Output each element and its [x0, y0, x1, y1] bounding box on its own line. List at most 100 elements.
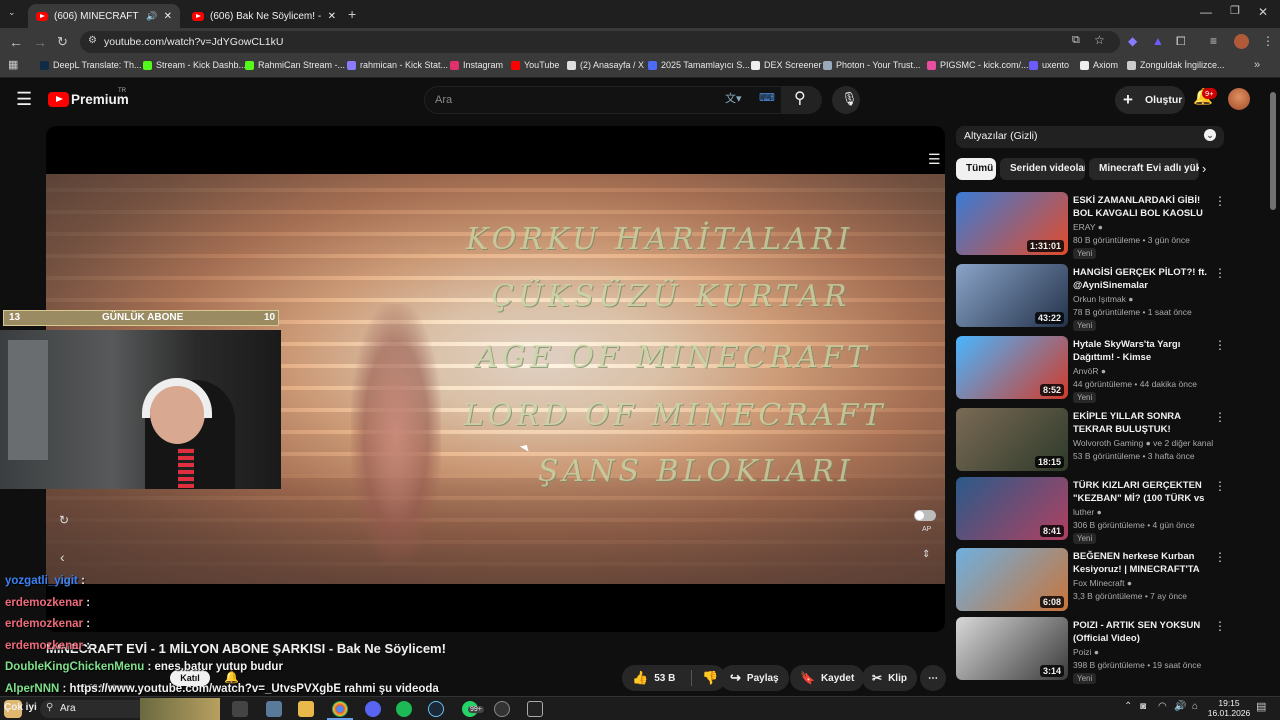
bookmark-photon[interactable]: Photon - Your Trust... — [823, 60, 921, 70]
apps-grid-icon[interactable]: ▦ — [8, 60, 18, 71]
speaker-icon[interactable]: 🔊 — [146, 11, 157, 22]
chapters-list-icon[interactable]: ☰ — [928, 152, 941, 166]
recommended-video[interactable]: 43:22 HANGİSİ GERÇEK PİLOT?! ft. @AyniSin… — [956, 264, 1226, 331]
tray-app-icon[interactable]: ◙ — [1140, 702, 1146, 712]
video-card-title[interactable]: EKİPLE YILLAR SONRA TEKRAR BULUŞTUK! — [1073, 410, 1208, 436]
share-button[interactable]: ↪ Paylaş — [720, 665, 789, 691]
tab-bak-ne-soylicem[interactable]: (606) Bak Ne Söylicem! - YouTu ✕ — [184, 4, 344, 28]
wifi-icon[interactable]: ◠ — [1158, 702, 1167, 712]
chip-all[interactable]: Tümü — [956, 158, 996, 180]
chrome-icon[interactable] — [332, 701, 348, 717]
discord-icon[interactable] — [365, 701, 381, 717]
video-thumbnail[interactable]: 18:15 — [956, 408, 1068, 471]
reload-icon[interactable]: ↻ — [57, 35, 68, 48]
recommended-video[interactable]: 8:52 Hytale SkyWars'ta Yargı Dağıttım! - … — [956, 336, 1226, 403]
recommended-video[interactable]: 8:41 TÜRK KIZLARI GERÇEKTEN "KEZBAN" Mİ? … — [956, 477, 1226, 544]
save-button[interactable]: 🔖 Kaydet — [790, 665, 865, 691]
video-thumbnail[interactable]: 8:41 — [956, 477, 1068, 540]
file-manager-icon[interactable] — [298, 701, 314, 717]
video-thumbnail[interactable]: 1:31:01 — [956, 192, 1068, 255]
restore-icon[interactable]: ❐ — [1230, 6, 1240, 17]
video-card-channel[interactable]: Fox Minecraft ● — [1073, 578, 1132, 588]
chips-next-icon[interactable]: › — [1202, 162, 1206, 175]
video-card-title[interactable]: HANGİSİ GERÇEK PİLOT?! ft. @AyniSinemala… — [1073, 266, 1208, 292]
expand-chevrons-icon[interactable]: ⇕ — [922, 550, 930, 560]
video-menu-icon[interactable]: ⋮ — [1214, 410, 1226, 424]
notifications-center-icon[interactable]: ▤ — [1256, 702, 1266, 713]
previous-arrow-icon[interactable]: ‹ — [60, 550, 65, 564]
minimize-icon[interactable]: — — [1200, 6, 1212, 18]
forward-icon[interactable]: → — [33, 35, 47, 49]
epic-games-icon[interactable] — [527, 701, 543, 717]
video-menu-icon[interactable]: ⋮ — [1214, 266, 1226, 280]
autoplay-toggle[interactable] — [914, 510, 936, 521]
video-card-channel[interactable]: Poizi ● — [1073, 647, 1099, 657]
search-input[interactable]: Ara 文▾ ⌨ — [424, 86, 782, 114]
youtube-logo-icon[interactable] — [48, 92, 69, 107]
video-card-channel[interactable]: AnvöR ● — [1073, 366, 1106, 376]
video-menu-icon[interactable]: ⋮ — [1214, 338, 1226, 352]
chip-series[interactable]: Seriden videolar — [1000, 158, 1085, 180]
video-thumbnail[interactable]: 6:08 — [956, 548, 1068, 611]
video-thumbnail[interactable]: 8:52 — [956, 336, 1068, 399]
video-thumbnail[interactable]: 3:14 — [956, 617, 1068, 680]
chip-minecraft-evi[interactable]: Minecraft Evi adlı yük — [1089, 158, 1199, 180]
chevron-down-icon[interactable]: ⌄ — [1204, 129, 1216, 141]
bookmark-kick-stats[interactable]: rahmican - Kick Stat... — [347, 60, 448, 70]
cast-icon[interactable]: ⧉ — [1072, 35, 1080, 46]
bookmark-axiom[interactable]: Axiom — [1080, 60, 1118, 70]
menu-hamburger-icon[interactable]: ☰ — [16, 90, 32, 108]
clock-date[interactable]: 16.01.2026 — [1204, 708, 1254, 718]
bookmark-x[interactable]: (2) Anasayfa / X — [567, 60, 644, 70]
bookmarks-overflow-icon[interactable]: » — [1254, 60, 1260, 71]
video-menu-icon[interactable]: ⋮ — [1214, 619, 1226, 633]
more-menu-icon[interactable]: ⋮ — [1262, 35, 1274, 47]
bookmark-uxento[interactable]: uxento — [1029, 60, 1069, 70]
new-tab-icon[interactable]: + — [348, 7, 356, 21]
recommended-video[interactable]: 18:15 EKİPLE YILLAR SONRA TEKRAR BULUŞTUK… — [956, 408, 1226, 474]
bookmark-kick-dashboard[interactable]: Stream - Kick Dashb... — [143, 60, 246, 70]
video-card-channel[interactable]: luther ● — [1073, 507, 1102, 517]
steam-icon[interactable] — [428, 701, 444, 717]
recommended-video[interactable]: 6:08 BEĞENEN herkese Kurban Kesiyoruz! | … — [956, 548, 1226, 614]
volume-icon[interactable]: 🔊 — [1174, 702, 1186, 712]
profile-avatar-icon[interactable] — [1234, 34, 1249, 49]
bookmark-youtube[interactable]: YouTube — [511, 60, 559, 70]
network-icon[interactable]: ⌂ — [1192, 702, 1198, 712]
video-card-channel[interactable]: Wolvoroth Gaming ● ve 2 diğer kanal — [1073, 438, 1213, 448]
like-button[interactable]: 👍 53 B 👎 — [622, 665, 726, 691]
translate-icon[interactable]: 文▾ — [725, 94, 742, 105]
tab-minecraft-evi[interactable]: (606) MINECRAFT EVİ - 1 M 🔊 ✕ — [28, 4, 180, 28]
video-menu-icon[interactable]: ⋮ — [1214, 479, 1226, 493]
close-window-icon[interactable]: ✕ — [1258, 6, 1268, 18]
spotify-icon[interactable] — [396, 701, 412, 717]
clip-button[interactable]: ✂ Klip — [862, 665, 917, 691]
tray-overflow-icon[interactable]: ⌃ — [1124, 702, 1132, 712]
bookmark-rahmican-stream[interactable]: RahmiCan Stream -... — [245, 60, 345, 70]
captions-panel-header[interactable]: Altyazılar (Gizli) ⌄ — [956, 126, 1224, 148]
thumbs-down-icon[interactable]: 👎 — [691, 670, 719, 686]
account-avatar[interactable] — [1228, 88, 1250, 110]
bookmark-star-icon[interactable]: ☆ — [1094, 34, 1105, 46]
video-card-title[interactable]: POIZI - ARTIK SEN YOKSUN (Official Video… — [1073, 619, 1208, 645]
video-card-channel[interactable]: ERAY ● — [1073, 222, 1103, 232]
keyboard-extension-icon[interactable]: ⌨ — [759, 93, 775, 104]
video-card-channel[interactable]: Orkun Işıtmak ● — [1073, 294, 1133, 304]
extension-icon[interactable]: ◆ — [1128, 35, 1137, 47]
extensions-puzzle-icon[interactable]: ⧠ — [1176, 35, 1186, 47]
replay-icon[interactable]: ↻ — [59, 514, 69, 526]
bookmark-zonguldak[interactable]: Zonguldak İngilizce... — [1127, 60, 1225, 70]
media-control-icon[interactable]: ≡ — [1210, 35, 1217, 47]
back-icon[interactable]: ← — [9, 35, 23, 49]
video-card-title[interactable]: TÜRK KIZLARI GERÇEKTEN "KEZBAN" Mİ? (100… — [1073, 479, 1208, 505]
video-card-title[interactable]: ESKİ ZAMANLARDAKİ GİBİ! BOL KAVGALI BOL … — [1073, 194, 1208, 220]
recommended-video[interactable]: 1:31:01 ESKİ ZAMANLARDAKİ GİBİ! BOL KAVGA… — [956, 192, 1226, 259]
task-view-icon[interactable] — [232, 701, 248, 717]
video-thumbnail[interactable]: 43:22 — [956, 264, 1068, 327]
bookmark-tamamlayici[interactable]: 2025 Tamamlayıcı S... — [648, 60, 750, 70]
obs-icon[interactable] — [494, 701, 510, 717]
video-menu-icon[interactable]: ⋮ — [1214, 550, 1226, 564]
close-tab-icon[interactable]: ✕ — [328, 11, 336, 22]
video-card-title[interactable]: BEĞENEN herkese Kurban Kesiyoruz! | MINE… — [1073, 550, 1208, 576]
page-scrollbar[interactable] — [1270, 92, 1276, 210]
